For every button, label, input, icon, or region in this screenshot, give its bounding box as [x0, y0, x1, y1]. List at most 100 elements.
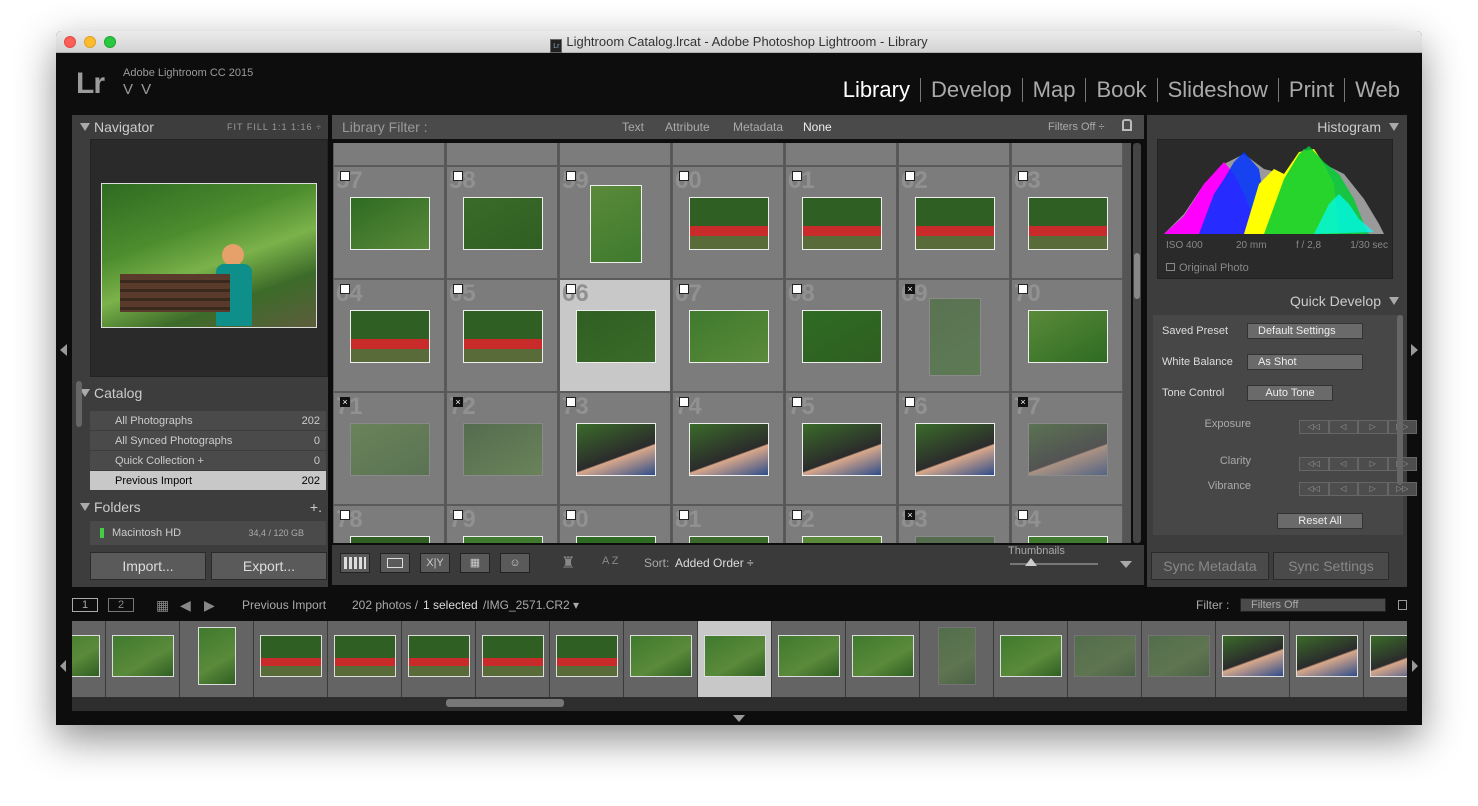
photo-thumbnail[interactable]: [576, 536, 656, 543]
white-balance-select[interactable]: As Shot: [1247, 354, 1363, 370]
catalog-item-all-synced[interactable]: All Synced Photographs 0: [90, 431, 326, 451]
photo-thumbnail[interactable]: [802, 310, 882, 363]
filmstrip-cell[interactable]: [920, 621, 994, 697]
flag-icon[interactable]: [453, 284, 463, 294]
right-panel-scrollbar[interactable]: [1397, 315, 1403, 485]
filmstrip-thumbnail[interactable]: [630, 635, 692, 677]
grid-cell[interactable]: 62: [898, 166, 1010, 279]
flag-icon[interactable]: [1018, 171, 1028, 181]
grid-cell[interactable]: 60: [672, 166, 784, 279]
filmstrip-thumbnail[interactable]: [1222, 635, 1284, 677]
thumbnail-size-slider-handle[interactable]: [1025, 558, 1037, 566]
saved-preset-select[interactable]: Default Settings: [1247, 323, 1363, 339]
filmstrip-thumbnail[interactable]: [938, 627, 976, 685]
flag-icon[interactable]: [340, 284, 350, 294]
back-arrow-icon[interactable]: ◀: [180, 594, 191, 616]
flag-icon[interactable]: [792, 284, 802, 294]
navigator-image[interactable]: [101, 183, 317, 328]
grid-cell[interactable]: 81: [672, 505, 784, 543]
photo-thumbnail[interactable]: [915, 536, 995, 543]
filmstrip-thumbnail[interactable]: [778, 635, 840, 677]
flag-icon[interactable]: [1018, 284, 1028, 294]
flag-icon[interactable]: [905, 171, 915, 181]
filmstrip-cell[interactable]: [772, 621, 846, 697]
navigator-zoom-options[interactable]: FIT FILL 1:1 1:16 ÷: [227, 115, 322, 139]
filmstrip-scroll-right-icon[interactable]: [1412, 660, 1418, 672]
filmstrip-cell[interactable]: [72, 621, 106, 697]
photo-thumbnail[interactable]: [915, 423, 995, 476]
lock-icon[interactable]: [1122, 119, 1132, 131]
flag-icon[interactable]: [566, 284, 576, 294]
collapse-bottom-panel-icon[interactable]: [733, 715, 745, 722]
grid-cell[interactable]: 72×: [446, 392, 558, 505]
grid-cell[interactable]: 67: [672, 279, 784, 392]
catalog-header[interactable]: Catalog: [72, 381, 328, 405]
filmstrip-cell[interactable]: [698, 621, 772, 697]
photo-thumbnail[interactable]: [463, 197, 543, 250]
module-develop[interactable]: Develop: [919, 78, 1022, 102]
filmstrip-thumbnail[interactable]: [1000, 635, 1062, 677]
histogram-box[interactable]: ISO 400 20 mm f / 2,8 1/30 sec Original …: [1157, 139, 1393, 279]
grid-cell[interactable]: [898, 143, 1010, 166]
increase-large-icon[interactable]: ▷▷: [1387, 482, 1417, 496]
navigator-header[interactable]: Navigator FIT FILL 1:1 1:16 ÷: [72, 115, 328, 139]
photo-thumbnail[interactable]: [350, 197, 430, 250]
flag-icon[interactable]: [792, 397, 802, 407]
filmstrip-thumbnail[interactable]: [704, 635, 766, 677]
quick-develop-header[interactable]: Quick Develop: [1147, 289, 1407, 313]
filmstrip-cell[interactable]: [1068, 621, 1142, 697]
decrease-large-icon[interactable]: ◁◁: [1299, 457, 1329, 471]
filmstrip-thumbnail[interactable]: [112, 635, 174, 677]
grid-view-button[interactable]: [340, 553, 370, 573]
photo-thumbnail[interactable]: [689, 536, 769, 543]
sort-direction-icon[interactable]: A Z: [602, 555, 619, 567]
flag-icon[interactable]: [453, 510, 463, 520]
filmstrip-thumbnail[interactable]: [1074, 635, 1136, 677]
photo-thumbnail[interactable]: [350, 536, 430, 543]
filmstrip-thumbnail[interactable]: [198, 627, 236, 685]
thumbnail-size-slider[interactable]: [1010, 563, 1098, 565]
filter-tab-text[interactable]: Text: [622, 115, 644, 139]
filmstrip[interactable]: [72, 621, 1407, 711]
grid-cell[interactable]: 76: [898, 392, 1010, 505]
flag-icon[interactable]: [340, 171, 350, 181]
photo-thumbnail[interactable]: [350, 423, 430, 476]
module-map[interactable]: Map: [1021, 78, 1086, 102]
histogram-header[interactable]: Histogram: [1147, 115, 1407, 139]
flag-icon[interactable]: [566, 397, 576, 407]
grid-cell[interactable]: 75: [785, 392, 897, 505]
photo-thumbnail[interactable]: [1028, 310, 1108, 363]
flag-icon[interactable]: [679, 284, 689, 294]
filmstrip-thumbnail[interactable]: [408, 635, 470, 677]
photo-thumbnail[interactable]: [463, 536, 543, 543]
filmstrip-scrollbar[interactable]: [446, 699, 564, 707]
filmstrip-thumbnail[interactable]: [1296, 635, 1358, 677]
grid-cell[interactable]: 77×: [1011, 392, 1123, 505]
decrease-large-icon[interactable]: ◁◁: [1299, 482, 1329, 496]
increase-small-icon[interactable]: ▷: [1358, 457, 1388, 471]
rejected-flag-icon[interactable]: ×: [905, 510, 915, 520]
sync-settings-button[interactable]: Sync Settings: [1273, 552, 1389, 580]
filmstrip-cell[interactable]: [180, 621, 254, 697]
grid-cell[interactable]: 59: [559, 166, 671, 279]
grid-cell[interactable]: 82: [785, 505, 897, 543]
rejected-flag-icon[interactable]: ×: [905, 284, 915, 294]
grid-cell[interactable]: [446, 143, 558, 166]
filmstrip-cell[interactable]: [550, 621, 624, 697]
flag-icon[interactable]: [792, 510, 802, 520]
photo-thumbnail[interactable]: [1028, 423, 1108, 476]
filter-tab-none[interactable]: None: [803, 115, 832, 139]
grid-cell[interactable]: [785, 143, 897, 166]
sort-order-select[interactable]: Added Order ÷: [675, 556, 754, 570]
selected-file-name[interactable]: /IMG_2571.CR2 ▾: [483, 594, 579, 616]
filmstrip-thumbnail[interactable]: [1148, 635, 1210, 677]
photo-thumbnail[interactable]: [689, 423, 769, 476]
grid-cell[interactable]: 61: [785, 166, 897, 279]
collapse-left-panel-icon[interactable]: [60, 344, 67, 356]
grid-cell[interactable]: 58: [446, 166, 558, 279]
painter-icon[interactable]: ♜: [561, 553, 575, 573]
filter-tab-attribute[interactable]: Attribute: [665, 115, 710, 139]
catalog-item-previous-import[interactable]: Previous Import 202: [90, 471, 326, 491]
grid-cell[interactable]: 74: [672, 392, 784, 505]
module-print[interactable]: Print: [1277, 78, 1344, 102]
